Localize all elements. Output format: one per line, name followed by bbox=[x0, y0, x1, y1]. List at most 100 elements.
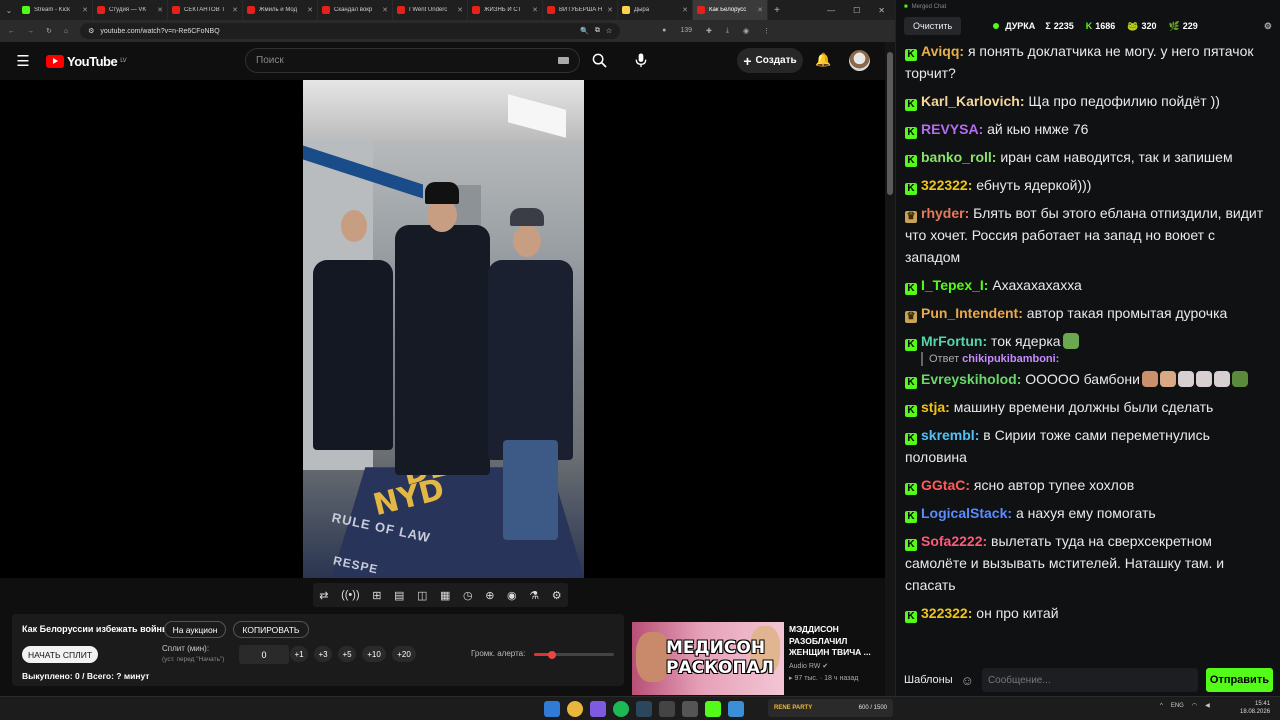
split-increment-button[interactable]: +3 bbox=[314, 646, 332, 662]
volume-icon[interactable]: ◀ bbox=[1205, 702, 1210, 709]
zoom-icon[interactable]: 🔍 bbox=[580, 27, 589, 35]
player-control-icon[interactable]: ◉ bbox=[507, 589, 517, 602]
tab-search-icon[interactable]: ⌄ bbox=[0, 6, 18, 15]
browser-tab[interactable]: СЕКТАНТОВ Т ✕ bbox=[168, 0, 243, 20]
chat-username[interactable]: I_Tepex_I bbox=[921, 277, 984, 293]
tab-close-icon[interactable]: ✕ bbox=[382, 6, 388, 14]
player-control-icon[interactable]: ⚙ bbox=[552, 589, 562, 602]
puzzle-icon[interactable]: ✚ bbox=[706, 27, 712, 35]
player-control-icon[interactable]: ⚗ bbox=[529, 589, 539, 602]
download-icon[interactable]: ⤓ bbox=[726, 27, 729, 35]
chat-username[interactable]: GGtaC bbox=[921, 477, 965, 493]
emoji-icon[interactable]: ☺ bbox=[961, 673, 974, 688]
notifications-bell-icon[interactable]: 🔔 bbox=[815, 52, 831, 68]
chat-username[interactable]: Sofa2222 bbox=[921, 533, 982, 549]
scrollbar-thumb[interactable] bbox=[887, 52, 893, 195]
browser-tab[interactable]: ВИТУБЕРША Н ✕ bbox=[543, 0, 618, 20]
chat-username[interactable]: rhyder bbox=[921, 205, 965, 221]
chat-username[interactable]: Pun_Intendent bbox=[921, 305, 1018, 321]
back-icon[interactable]: ← bbox=[8, 28, 15, 35]
chat-settings-icon[interactable]: ⚙ bbox=[1264, 21, 1272, 32]
tab-close-icon[interactable]: ✕ bbox=[307, 6, 313, 14]
clear-chat-button[interactable]: Очистить bbox=[904, 17, 962, 35]
alert-volume-knob[interactable] bbox=[547, 650, 556, 659]
split-increment-button[interactable]: +5 bbox=[338, 646, 356, 662]
discord-icon[interactable] bbox=[590, 701, 606, 717]
browser-tab[interactable]: Как Белорусс ✕ bbox=[693, 0, 768, 20]
player-control-icon[interactable]: ((•)) bbox=[341, 589, 360, 601]
tab-close-icon[interactable]: ✕ bbox=[757, 6, 763, 14]
chat-username[interactable]: 322322 bbox=[921, 177, 968, 193]
recommended-thumbnail[interactable]: МЕДИСОН РАСКОПАЛ bbox=[632, 622, 784, 695]
player-control-icon[interactable]: ◫ bbox=[417, 589, 427, 602]
chat-username[interactable]: Karl_Karlovich bbox=[921, 93, 1020, 109]
chat-username[interactable]: Aviqq bbox=[921, 43, 959, 59]
search-icon[interactable] bbox=[586, 48, 612, 73]
tray-chevron-icon[interactable]: ^ bbox=[1160, 703, 1163, 709]
windows-start-icon[interactable] bbox=[544, 701, 560, 717]
templates-button[interactable]: Шаблоны bbox=[904, 674, 953, 686]
browser-tab[interactable]: Stream - Kick ✕ bbox=[18, 0, 93, 20]
taskbar-widget[interactable]: RENE PARTY 600 / 1500 bbox=[768, 699, 893, 717]
tab-close-icon[interactable]: ✕ bbox=[82, 6, 88, 14]
recommended-title[interactable]: МЭДДИСОН РАЗОБЛАЧИЛ ЖЕНЩИН ТВИЧА ... bbox=[789, 624, 881, 659]
kick-icon[interactable] bbox=[705, 701, 721, 717]
tab-close-icon[interactable]: ✕ bbox=[607, 6, 613, 14]
chat-message-input[interactable]: Сообщение... bbox=[981, 668, 1198, 692]
alert-volume-slider[interactable] bbox=[534, 650, 614, 659]
recommended-channel[interactable]: Audio RW ✔ bbox=[789, 662, 828, 670]
browser-tab[interactable]: I Went Underc ✕ bbox=[393, 0, 468, 20]
extension-badge[interactable]: 139 bbox=[680, 27, 692, 35]
obs-icon[interactable] bbox=[659, 701, 675, 717]
page-scrollbar[interactable] bbox=[885, 42, 895, 696]
chat-username[interactable]: banko_roll bbox=[921, 149, 992, 165]
tab-close-icon[interactable]: ✕ bbox=[457, 6, 463, 14]
reply-preview[interactable]: Ответ chikipukibamboni: bbox=[921, 352, 1273, 366]
auction-button[interactable]: На аукцион bbox=[164, 621, 226, 638]
tab-close-icon[interactable]: ✕ bbox=[157, 6, 163, 14]
tab-close-icon[interactable]: ✕ bbox=[232, 6, 238, 14]
split-increment-button[interactable]: +1 bbox=[290, 646, 308, 662]
app-icon[interactable] bbox=[682, 701, 698, 717]
chat-username[interactable]: 322322 bbox=[921, 605, 968, 621]
home-icon[interactable]: ⌂ bbox=[64, 28, 68, 35]
copy-button[interactable]: КОПИРОВАТЬ bbox=[233, 621, 309, 638]
player-control-icon[interactable]: ⊕ bbox=[485, 589, 494, 602]
player-control-icon[interactable]: ◷ bbox=[463, 589, 473, 602]
extension-icon[interactable]: ● bbox=[662, 27, 666, 35]
browser-tab[interactable]: Скандал вокр ✕ bbox=[318, 0, 393, 20]
player-control-icon[interactable]: ▦ bbox=[440, 589, 450, 602]
close-window-icon[interactable]: ✕ bbox=[878, 6, 885, 15]
browser-tab[interactable]: Дыра ✕ bbox=[618, 0, 693, 20]
reload-icon[interactable]: ↻ bbox=[46, 27, 52, 35]
install-icon[interactable]: ⧉ bbox=[595, 27, 600, 35]
maximize-icon[interactable]: ☐ bbox=[853, 6, 860, 15]
chat-username[interactable]: REVYSA bbox=[921, 121, 979, 137]
minimize-icon[interactable]: — bbox=[827, 6, 835, 15]
wifi-icon[interactable]: ◠ bbox=[1192, 702, 1197, 709]
avatar[interactable] bbox=[849, 50, 870, 71]
split-minutes-input[interactable]: 0 bbox=[239, 645, 289, 664]
spotify-icon[interactable] bbox=[613, 701, 629, 717]
video-player[interactable]: DEA NYD RULE OF LAW RESPE bbox=[0, 80, 885, 578]
video-frame[interactable]: DEA NYD RULE OF LAW RESPE bbox=[303, 80, 584, 578]
steam-icon[interactable] bbox=[636, 701, 652, 717]
keyboard-icon[interactable] bbox=[558, 57, 569, 64]
clock[interactable]: 15:41 18.08.2026 bbox=[1240, 700, 1270, 716]
microphone-icon[interactable] bbox=[628, 48, 654, 73]
send-button[interactable]: Отправить bbox=[1205, 668, 1273, 692]
new-tab-button[interactable]: + bbox=[768, 5, 786, 16]
chat-username[interactable]: MrFortun bbox=[921, 333, 982, 349]
tab-close-icon[interactable]: ✕ bbox=[532, 6, 538, 14]
player-control-icon[interactable]: ⇄ bbox=[319, 589, 328, 602]
player-control-icon[interactable]: ⊞ bbox=[372, 589, 381, 602]
chat-username[interactable]: LogicalStack bbox=[921, 505, 1007, 521]
chat-username[interactable]: Evreyskiholod bbox=[921, 371, 1017, 387]
chrome-icon[interactable] bbox=[567, 701, 583, 717]
bookmark-star-icon[interactable]: ☆ bbox=[606, 27, 620, 35]
browser-tab[interactable]: ЖИЗНЬ И СТ ✕ bbox=[468, 0, 543, 20]
create-button[interactable]: + Создать bbox=[737, 48, 803, 73]
split-increment-button[interactable]: +20 bbox=[392, 646, 416, 662]
tab-close-icon[interactable]: ✕ bbox=[682, 6, 688, 14]
player-control-icon[interactable]: ▤ bbox=[394, 589, 404, 602]
